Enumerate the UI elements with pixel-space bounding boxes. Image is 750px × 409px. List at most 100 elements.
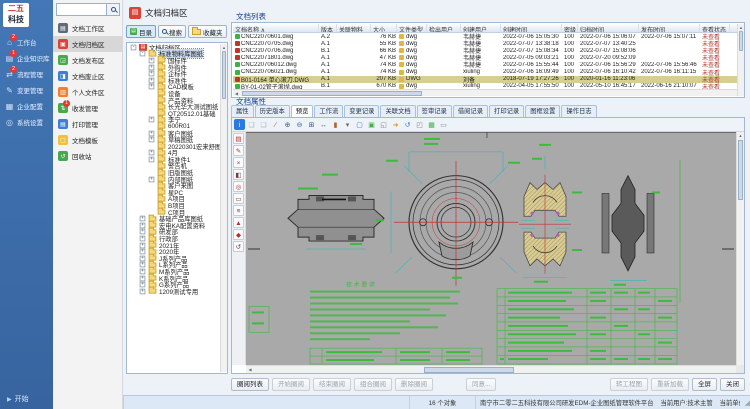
file-list-hscrollbar[interactable]: ◀ — [233, 89, 737, 96]
scrollbar-thumb[interactable] — [424, 367, 514, 373]
sidebar-menu-item[interactable]: ▤ 企业知识库 1 — [0, 50, 53, 66]
annotation-tool-icon[interactable]: ▭ — [233, 193, 244, 204]
column-header[interactable]: 创建时间 — [501, 24, 562, 32]
column-header[interactable]: 版本 — [319, 24, 337, 32]
document-area-item[interactable]: ↺ 回收站 — [53, 148, 123, 164]
tree-expander[interactable]: + — [140, 249, 146, 255]
tree-expander[interactable]: + — [140, 216, 146, 222]
tree-expander[interactable]: + — [140, 288, 146, 294]
sidebar-menu-item[interactable]: ▦ 企业配置 — [0, 98, 53, 114]
review-action-button[interactable]: 开始圈阅 — [272, 378, 310, 391]
tree-expander[interactable]: - — [131, 44, 137, 50]
tree-expander[interactable]: + — [149, 77, 155, 83]
preview-tool-icon[interactable]: ↔ — [318, 119, 329, 130]
preview-tool-icon[interactable]: ➜ — [390, 119, 401, 130]
properties-tab[interactable]: 签审记录 — [417, 105, 452, 117]
tree-expander[interactable]: + — [149, 64, 155, 70]
column-header[interactable]: 查看状态 — [700, 24, 730, 32]
tree-expander[interactable]: + — [149, 84, 155, 90]
search-button[interactable] — [107, 3, 120, 16]
annotation-tool-icon[interactable]: ◧ — [233, 169, 244, 180]
preview-tool-icon[interactable]: ▮ — [330, 119, 341, 130]
preview-tool-icon[interactable]: ⊖ — [294, 119, 305, 130]
scrollbar-thumb[interactable] — [222, 51, 226, 99]
tree-expander[interactable]: + — [149, 71, 155, 77]
start-button[interactable]: ▶ 开始 — [7, 394, 29, 404]
sidebar-menu-item[interactable]: ◎ 系统设置 — [0, 114, 53, 130]
preview-window-button[interactable]: 重新加载 — [651, 378, 689, 391]
scrollbar-thumb[interactable] — [739, 31, 743, 51]
preview-tool-icon[interactable]: ∕ — [270, 119, 281, 130]
scroll-up-arrow[interactable]: ▲ — [221, 44, 227, 51]
tab-favorites[interactable]: 收藏夹 — [188, 25, 227, 38]
properties-tab[interactable]: 工作流 — [314, 105, 343, 117]
document-area-item[interactable]: ▢ 文档模板 — [53, 132, 123, 148]
review-action-button[interactable]: 圈阅列表 — [231, 378, 269, 391]
review-action-button[interactable]: 删除圈阅 — [395, 378, 433, 391]
preview-tool-icon[interactable]: ◱ — [378, 119, 389, 130]
resize-grip[interactable]: ◢ — [740, 399, 750, 407]
properties-tab[interactable]: 打印记录 — [489, 105, 524, 117]
tree-expander[interactable]: + — [149, 157, 155, 163]
sidebar-menu-item[interactable]: ⇄ 流程管理 2 — [0, 66, 53, 82]
column-header[interactable]: 大小 — [371, 24, 397, 32]
sidebar-menu-item[interactable]: ⌂ 工作台 2 — [0, 34, 53, 50]
preview-tool-icon[interactable]: ▦ — [426, 119, 437, 130]
tree-expander[interactable]: + — [149, 137, 155, 143]
tree-expander[interactable]: + — [140, 262, 146, 268]
tree-expander[interactable]: + — [140, 275, 146, 281]
document-area-item[interactable]: ▤ 文档工作区 — [53, 20, 123, 36]
properties-tab[interactable]: 历史版本 — [255, 105, 290, 117]
tree-expander[interactable]: - — [140, 51, 146, 57]
tree-expander[interactable]: + — [140, 282, 146, 288]
annotation-tool-icon[interactable]: ◎ — [233, 181, 244, 192]
tree-node[interactable]: + ▤ 1209测试专用 — [128, 288, 220, 295]
column-header[interactable]: 文档名称 ∧ — [233, 24, 319, 32]
tree-expander[interactable]: + — [149, 130, 155, 136]
preview-tool-icon[interactable]: ⊞ — [306, 119, 317, 130]
column-header[interactable]: 检出用户 — [427, 24, 461, 32]
column-header[interactable]: 归档时间 — [578, 24, 639, 32]
preview-window-button[interactable]: 转工程图 — [610, 378, 648, 391]
scrollbar-thumb[interactable] — [242, 91, 422, 96]
preview-vscrollbar[interactable]: ▲ — [736, 132, 744, 365]
tree-expander[interactable]: + — [149, 58, 155, 64]
properties-tab[interactable]: 属性 — [231, 105, 254, 117]
annotation-tool-icon[interactable]: ◆ — [233, 229, 244, 240]
preview-tool-icon[interactable]: ▾ — [342, 119, 353, 130]
annotation-tool-icon[interactable]: ▲ — [233, 217, 244, 228]
file-list-vscrollbar[interactable]: ▲ — [737, 24, 744, 96]
tree-expander[interactable]: + — [149, 150, 155, 156]
preview-window-button[interactable]: 关闭 — [720, 378, 745, 391]
tree-expander[interactable]: + — [140, 269, 146, 275]
properties-tab[interactable]: 关联文档 — [380, 105, 415, 117]
preview-tool-icon[interactable]: ⊕ — [282, 119, 293, 130]
preview-tool-icon[interactable]: ❏ — [258, 119, 269, 130]
preview-hscrollbar[interactable]: ◀ — [246, 365, 736, 373]
tree-expander[interactable]: + — [140, 229, 146, 235]
document-area-item[interactable]: ▤ 打印管理 — [53, 116, 123, 132]
properties-tab[interactable]: 图框设置 — [525, 105, 560, 117]
column-header[interactable]: 密级 — [562, 24, 578, 32]
tree-expander[interactable]: + — [140, 236, 146, 242]
tree-scrollbar[interactable]: ▲ — [220, 44, 227, 372]
column-header[interactable]: 创建用户 — [461, 24, 501, 32]
preview-tool-icon[interactable]: ❏ — [246, 119, 257, 130]
tree-expander[interactable]: + — [149, 117, 155, 123]
properties-tab[interactable]: 预览 — [291, 105, 314, 117]
preview-tool-icon[interactable]: ◰ — [414, 119, 425, 130]
annotation-tool-icon[interactable]: ✎ — [233, 145, 244, 156]
tree-expander[interactable]: + — [149, 176, 155, 182]
preview-tool-icon[interactable]: ↺ — [402, 119, 413, 130]
column-header[interactable]: 关联物料 — [337, 24, 371, 32]
preview-window-button[interactable]: 全屏 — [692, 378, 717, 391]
scrollbar-thumb[interactable] — [738, 140, 743, 200]
document-area-item[interactable]: ◨ 文档废止区 — [53, 68, 123, 84]
document-area-item[interactable]: ▥ 个人文件区 — [53, 84, 123, 100]
tree-expander[interactable]: + — [140, 242, 146, 248]
agree-button[interactable]: 同意... — [466, 378, 496, 391]
annotation-tool-icon[interactable]: ↺ — [233, 241, 244, 252]
column-header[interactable]: 文件类型 — [397, 24, 427, 32]
properties-tab[interactable]: 操作日志 — [561, 105, 596, 117]
search-input[interactable] — [56, 3, 107, 16]
